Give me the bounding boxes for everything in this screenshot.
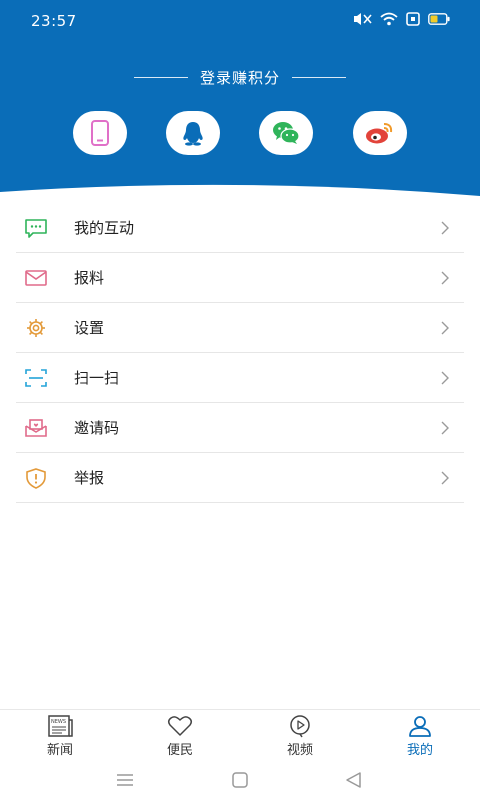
chevron-right-icon <box>441 321 449 335</box>
menu-item-invite-code[interactable]: 邀请码 <box>16 403 464 453</box>
tab-label: 便民 <box>166 743 193 758</box>
wechat-login-button[interactable] <box>259 111 313 155</box>
weibo-icon <box>366 123 393 144</box>
wechat-icon <box>273 122 300 144</box>
tab-convenience[interactable]: 便民 <box>120 710 240 762</box>
header-wave <box>0 184 480 205</box>
header-banner: 23:57 登录赚积分 <box>0 0 480 205</box>
bottom-tab-bar: NEWS 新闻 便民 视频 我的 <box>0 709 480 761</box>
menu-item-label: 报料 <box>74 269 105 287</box>
tab-news[interactable]: NEWS 新闻 <box>0 710 120 762</box>
phone-login-button[interactable] <box>73 111 127 155</box>
phone-icon <box>91 120 109 146</box>
menu-list: 我的互动 报料 设置 扫一扫 邀请码 举报 <box>16 203 464 503</box>
menu-item-report[interactable]: 举报 <box>16 453 464 503</box>
report-shield-icon <box>26 468 46 489</box>
menu-icon[interactable] <box>115 771 135 789</box>
wifi-icon <box>380 12 398 26</box>
mail-icon <box>25 270 47 286</box>
chevron-right-icon <box>441 421 449 435</box>
tab-label: 新闻 <box>46 743 73 758</box>
invite-icon <box>25 419 47 437</box>
chevron-right-icon <box>441 371 449 385</box>
login-title: 登录赚积分 <box>199 68 280 87</box>
chevron-right-icon <box>441 221 449 235</box>
menu-item-report-news[interactable]: 报料 <box>16 253 464 303</box>
battery-icon <box>428 13 450 25</box>
home-icon[interactable] <box>230 771 250 789</box>
weibo-login-button[interactable] <box>353 111 407 155</box>
scan-icon <box>25 369 47 387</box>
back-icon[interactable] <box>344 771 364 789</box>
chevron-right-icon <box>441 471 449 485</box>
tab-label: 视频 <box>286 743 313 758</box>
system-nav-bar <box>0 761 480 800</box>
status-time: 23:57 <box>31 12 77 30</box>
user-icon <box>409 716 431 737</box>
status-icons <box>352 12 450 26</box>
tab-video[interactable]: 视频 <box>240 710 360 762</box>
tab-label: 我的 <box>406 743 433 758</box>
gear-icon <box>27 319 45 337</box>
menu-item-label: 设置 <box>74 319 105 337</box>
mute-icon <box>354 13 372 25</box>
menu-item-settings[interactable]: 设置 <box>16 303 464 353</box>
menu-item-label: 举报 <box>74 469 105 487</box>
menu-item-my-interactions[interactable]: 我的互动 <box>16 203 464 253</box>
menu-item-label: 扫一扫 <box>74 369 120 387</box>
status-bar: 23:57 <box>0 0 480 44</box>
login-title-row: 登录赚积分 <box>0 66 480 88</box>
qq-login-button[interactable] <box>166 111 220 155</box>
heart-icon <box>167 716 193 736</box>
tab-mine[interactable]: 我的 <box>360 710 480 762</box>
menu-item-label: 我的互动 <box>74 219 135 237</box>
divider-line-right <box>292 76 346 78</box>
qq-icon <box>183 122 203 146</box>
video-icon <box>290 715 310 738</box>
svg-text:NEWS: NEWS <box>51 719 66 725</box>
chat-icon <box>25 219 47 238</box>
divider-line-left <box>133 76 188 78</box>
menu-item-scan[interactable]: 扫一扫 <box>16 353 464 403</box>
sim-icon <box>406 12 420 26</box>
chevron-right-icon <box>441 271 449 285</box>
news-icon: NEWS <box>48 715 73 737</box>
menu-item-label: 邀请码 <box>74 419 120 437</box>
